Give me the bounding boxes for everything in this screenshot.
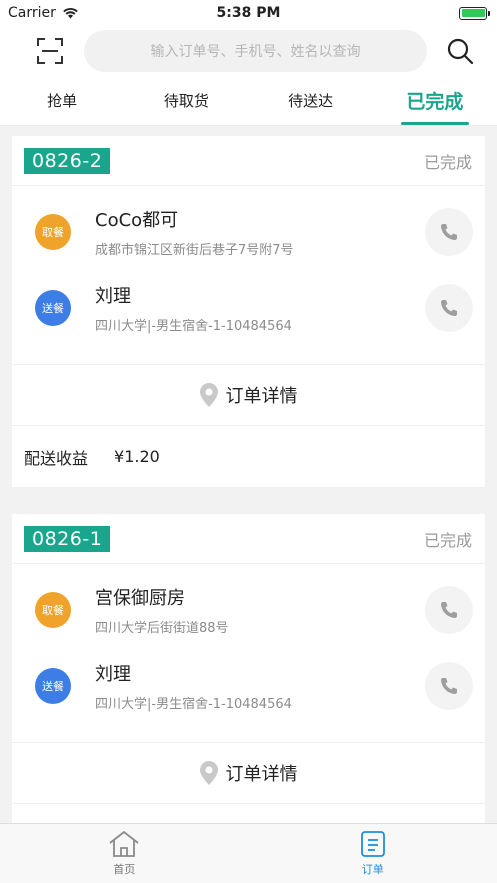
delivery-stop: 送餐 刘理 四川大学|-男生宿舍-1-10484564: [12, 648, 485, 724]
search-icon[interactable]: [445, 36, 475, 66]
nav-home[interactable]: 首页: [0, 824, 249, 883]
call-customer-button[interactable]: [425, 662, 473, 710]
order-card-header: 0826-2 已完成: [12, 136, 485, 186]
carrier-group: Carrier: [8, 5, 79, 21]
order-card: 0826-1 已完成 取餐 宫保御厨房 四川大学后街街道88号 送餐 刘理 四川…: [12, 514, 485, 823]
delivery-badge: 送餐: [35, 290, 71, 326]
tab-completed[interactable]: 已完成: [373, 76, 497, 125]
customer-name: 刘理: [95, 664, 131, 685]
pickup-address: 四川大学后街街道88号: [95, 621, 229, 636]
search-placeholder: 输入订单号、手机号、姓名以查询: [150, 44, 361, 60]
order-card: 0826-2 已完成 取餐 CoCo都可 成都市锦江区新街后巷子7号附7号 送餐…: [12, 136, 485, 487]
order-list-icon: [360, 831, 385, 857]
location-pin-icon: [199, 761, 218, 785]
battery-icon: [459, 6, 490, 20]
order-stops: 取餐 宫保御厨房 四川大学后街街道88号 送餐 刘理 四川大学|-男生宿舍-1-…: [12, 564, 485, 743]
search-header: 输入订单号、手机号、姓名以查询: [0, 26, 497, 76]
status-bar: Carrier 5:38 PM: [0, 0, 497, 26]
call-shop-button[interactable]: [425, 586, 473, 634]
bottom-tab-bar: 首页 订单: [0, 823, 497, 883]
tab-awaiting-pickup[interactable]: 待取货: [124, 76, 248, 125]
tab-grab-order[interactable]: 抢单: [0, 76, 124, 125]
home-icon: [109, 830, 139, 857]
delivery-stop: 送餐 刘理 四川大学|-男生宿舍-1-10484564: [12, 270, 485, 346]
pickup-shop-name: 宫保御厨房: [95, 588, 185, 609]
order-detail-label: 订单详情: [225, 386, 298, 407]
order-number: 0826-2: [24, 147, 111, 174]
order-detail-button[interactable]: 订单详情: [12, 743, 485, 804]
delivery-badge: 送餐: [35, 668, 71, 704]
nav-orders[interactable]: 订单: [249, 824, 497, 883]
pickup-address: 成都市锦江区新街后巷子7号附7号: [95, 243, 294, 258]
order-detail-label: 订单详情: [225, 764, 298, 785]
call-shop-button[interactable]: [425, 208, 473, 256]
delivery-address: 四川大学|-男生宿舍-1-10484564: [95, 319, 292, 334]
pickup-badge: 取餐: [35, 592, 71, 628]
tab-awaiting-delivery[interactable]: 待送达: [249, 76, 373, 125]
delivery-address: 四川大学|-男生宿舍-1-10484564: [95, 697, 292, 712]
delivery-income: 配送收益 ¥1.20: [12, 426, 485, 487]
income-value: ¥1.20: [114, 447, 160, 466]
income-label: 配送收益: [24, 448, 89, 468]
pickup-badge: 取餐: [35, 214, 71, 250]
phone-icon: [441, 678, 457, 694]
pickup-stop: 取餐 CoCo都可 成都市锦江区新街后巷子7号附7号: [12, 194, 485, 270]
customer-name: 刘理: [95, 286, 131, 307]
order-status: 已完成: [423, 152, 472, 172]
nav-home-label: 首页: [113, 863, 136, 876]
order-card-header: 0826-1 已完成: [12, 514, 485, 564]
order-status-tabs: 抢单 待取货 待送达 已完成: [0, 76, 497, 126]
order-stops: 取餐 CoCo都可 成都市锦江区新街后巷子7号附7号 送餐 刘理 四川大学|-男…: [12, 186, 485, 365]
order-number: 0826-1: [24, 525, 111, 552]
nav-orders-label: 订单: [361, 863, 384, 876]
scan-icon[interactable]: [36, 37, 64, 65]
order-detail-button[interactable]: 订单详情: [12, 365, 485, 426]
carrier-label: Carrier: [8, 5, 56, 21]
call-customer-button[interactable]: [425, 284, 473, 332]
phone-icon: [441, 300, 457, 316]
pickup-stop: 取餐 宫保御厨房 四川大学后街街道88号: [12, 572, 485, 648]
phone-icon: [441, 602, 457, 618]
location-pin-icon: [199, 383, 218, 407]
phone-icon: [441, 224, 457, 240]
order-status: 已完成: [423, 530, 472, 550]
wifi-icon: [63, 7, 78, 19]
pickup-shop-name: CoCo都可: [95, 210, 179, 231]
search-input[interactable]: 输入订单号、手机号、姓名以查询: [84, 30, 427, 72]
